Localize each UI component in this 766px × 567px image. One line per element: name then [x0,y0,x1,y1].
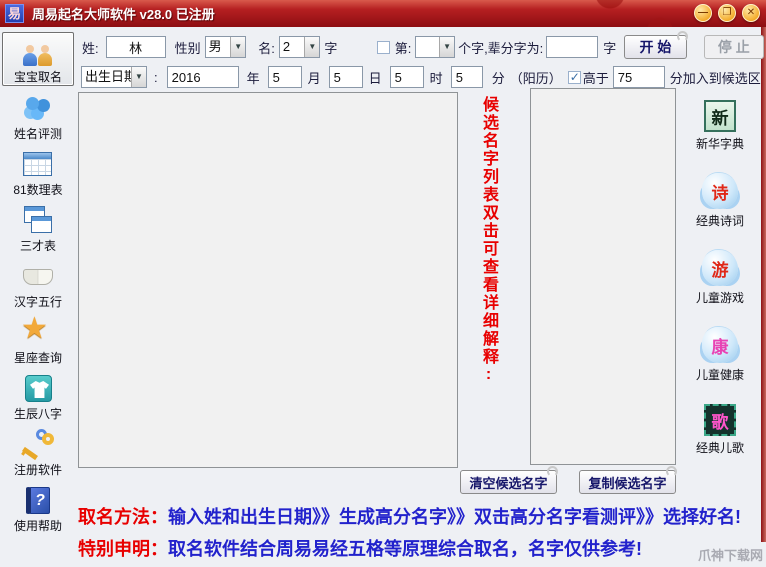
games-cloud-icon: 游 [702,250,738,286]
generation-label: 个字,辈分字为: [458,38,543,57]
minute-label: 分 [492,68,505,87]
sidebar-item-name-evaluation[interactable]: 姓名评测 [2,88,74,142]
birth-minute-input[interactable] [451,66,483,88]
ordinal-checkbox[interactable] [377,41,389,54]
songs-icon: 歌 [704,404,736,436]
gender-select[interactable]: 男 ▼ [205,36,247,58]
birth-day-input[interactable] [329,66,363,88]
resource-xinhua-dictionary[interactable]: 新 新华字典 [696,100,744,152]
naming-method-label: 取名方法： [78,507,168,527]
given-count-select[interactable]: 2 ▼ [279,36,321,58]
sidebar-item-numerology-table[interactable]: 81数理表 [2,144,74,198]
ordinal-select[interactable]: ▼ [415,36,455,58]
generated-names-list[interactable] [78,92,458,468]
given-name-label: 名: [258,38,275,57]
start-button[interactable]: 开 始 [624,35,686,59]
naming-form: 姓: 性别 男 ▼ 名: 2 ▼ 字 第: ▼ 个字,辈分字为: 字 开 始 停 [76,27,764,91]
sidebar-item-help[interactable]: ? 使用帮助 [2,480,74,534]
candidate-names-list[interactable] [530,88,676,465]
bazi-shirt-icon [20,373,56,405]
colon-label: : [154,70,158,85]
minimize-button[interactable]: — [694,4,712,22]
name-evaluation-icon [20,93,56,125]
sidebar-item-register[interactable]: 注册软件 [2,424,74,478]
app-logo-icon: 易 [5,4,24,23]
constellation-star-icon: ★ [20,317,56,349]
birth-type-select[interactable]: 出生日期 ▼ [81,66,147,88]
calendar-type-label: （阳历） [510,68,562,87]
threshold-suffix-label: 分加入到候选区 [670,68,761,87]
sidebar-item-baby-naming[interactable]: 宝宝取名 [2,32,74,86]
resource-children-health[interactable]: 康 儿童健康 [696,327,744,383]
numerology-table-icon [20,149,56,181]
sidebar-item-constellation[interactable]: ★ 星座查询 [2,312,74,366]
threshold-score-input[interactable] [613,66,665,88]
decor-swirl-icon [677,31,688,42]
poetry-cloud-icon: 诗 [702,173,738,209]
surname-input[interactable] [106,36,166,58]
site-watermark: 爪神下载网 [698,545,763,564]
hanzi-wuxing-book-icon [20,261,56,293]
dictionary-icon: 新 [704,100,736,132]
decor-swirl-icon [666,466,677,477]
baby-naming-icon [20,36,56,68]
copy-candidates-button[interactable]: 复制候选名字 [579,470,676,494]
help-book-icon: ? [20,485,56,517]
disclaimer-text: 取名软件结合周易易经五格等原理综合取名，名字仅供参考! [168,539,642,559]
sancai-table-icon [20,205,56,237]
sidebar-item-sancai-table[interactable]: 三才表 [2,200,74,254]
score-threshold-checkbox[interactable] [568,71,581,84]
day-label: 日 [369,68,382,87]
disclaimer-label: 特别申明： [78,539,168,559]
resource-classic-songs[interactable]: 歌 经典儿歌 [696,404,744,456]
window-title: 周易起名大师软件 v28.0 已注册 [32,4,215,23]
resource-panel: 新 新华字典 诗 经典诗词 游 儿童游戏 康 儿童健康 歌 经典儿歌 [679,100,761,456]
register-key-icon [20,429,56,461]
birth-hour-input[interactable] [390,66,424,88]
threshold-label: 高于 [583,68,609,87]
stop-button[interactable]: 停 止 [704,35,764,59]
ordinal-label: 第: [395,38,412,57]
sidebar-item-hanzi-wuxing[interactable]: 汉字五行 [2,256,74,310]
hour-label: 时 [430,68,443,87]
chevron-down-icon[interactable]: ▼ [131,67,146,87]
surname-label: 姓: [82,38,99,57]
naming-method-text: 输入姓和出生日期》》生成高分名字》》双击高分名字看测评》》选择好名! [168,507,741,527]
generation-suffix-label: 字 [603,38,616,57]
resource-classic-poetry[interactable]: 诗 经典诗词 [696,173,744,229]
decor-swirl-icon [547,466,558,477]
close-button[interactable]: ✕ [742,4,760,22]
gender-label: 性别 [175,38,201,57]
app-window: 易 周易起名大师软件 v28.0 已注册 — ❐ ✕ 宝宝取名 姓名评测 81数… [0,0,766,567]
resource-children-games[interactable]: 游 儿童游戏 [696,250,744,306]
clear-candidates-button[interactable]: 清空候选名字 [460,470,557,494]
given-suffix-label: 字 [324,38,337,57]
sidebar-item-bazi[interactable]: 生辰八字 [2,368,74,422]
maximize-button[interactable]: ❐ [718,4,736,22]
birth-month-input[interactable] [268,66,302,88]
health-cloud-icon: 康 [702,327,738,363]
naming-method-line: 取名方法：输入姓和出生日期》》生成高分名字》》双击高分名字看测评》》选择好名! [78,503,741,529]
disclaimer-line: 特别申明：取名软件结合周易易经五格等原理综合取名，名字仅供参考! [78,535,642,561]
chevron-down-icon[interactable]: ▼ [230,37,245,57]
birth-year-input[interactable] [167,66,239,88]
window-edge-decoration [761,27,766,542]
generation-char-input[interactable] [546,36,598,58]
sidebar: 宝宝取名 姓名评测 81数理表 三才表 汉字五行 ★ 星座查询 生辰八字 注册软 [0,29,76,539]
candidate-hint-text: 候选名字列表双击可查看详细解释: [468,96,508,426]
chevron-down-icon[interactable]: ▼ [304,37,319,57]
month-label: 月 [308,68,321,87]
chevron-down-icon[interactable]: ▼ [439,37,454,57]
year-label: 年 [247,68,260,87]
titlebar: 易 周易起名大师软件 v28.0 已注册 — ❐ ✕ [0,0,766,27]
